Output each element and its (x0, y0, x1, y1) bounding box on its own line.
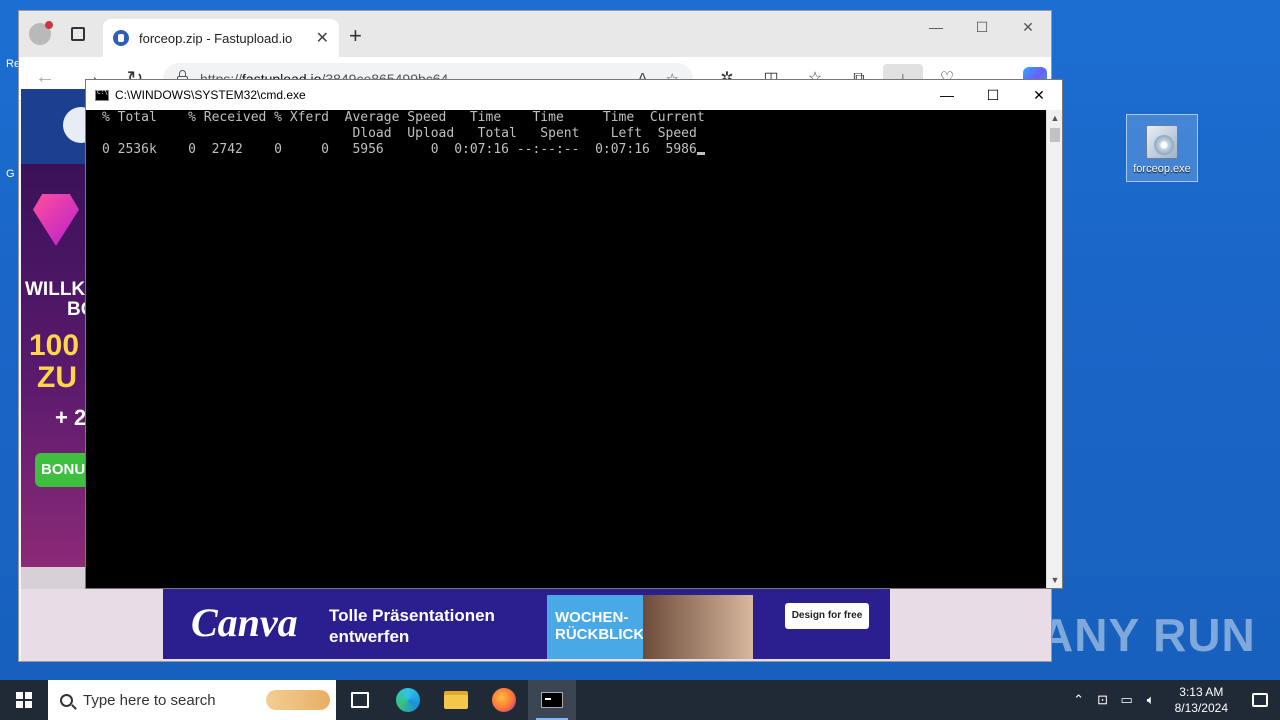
console-line-progress: 0 2536k 0 2742 0 0 5956 0 0:07:16 --:--:… (102, 142, 1046, 158)
clock-time: 3:13 AM (1179, 685, 1224, 699)
taskbar-firefox[interactable] (480, 680, 528, 720)
cmd-maximize-button[interactable]: ☐ (970, 80, 1016, 110)
browser-window-controls: — ☐ ✕ (913, 11, 1051, 43)
clock[interactable]: 3:13 AM 8/13/2024 (1163, 684, 1240, 716)
edge-icon (396, 688, 420, 712)
text-cursor (696, 152, 705, 155)
tab-fastupload[interactable]: forceop.zip - Fastupload.io ✕ (103, 19, 339, 57)
cmd-titlebar[interactable]: C:\WINDOWS\SYSTEM32\cmd.exe — ☐ ✕ (86, 80, 1062, 110)
design-for-free-button[interactable]: Design for free (785, 603, 869, 629)
scroll-thumb[interactable] (1050, 128, 1060, 142)
tab-actions-icon[interactable] (71, 27, 85, 41)
berry-logo-icon (33, 194, 79, 246)
close-tab-icon[interactable]: ✕ (316, 28, 329, 48)
people-photo (643, 595, 753, 659)
desktop-edge-text: G (6, 168, 15, 180)
network-icon[interactable]: ▭ (1115, 692, 1139, 708)
anyrun-watermark: ANY RUN (1040, 608, 1256, 662)
casino-amount: 100 (29, 329, 80, 362)
chevron-up-icon[interactable]: ⌃ (1067, 692, 1091, 708)
console-line: % Total % Received % Xferd Average Speed… (102, 110, 705, 125)
search-placeholder: Type here to search (83, 691, 216, 709)
installer-package-icon (1142, 121, 1182, 161)
casino-plus: + 2 (55, 405, 87, 430)
cmd-icon (541, 692, 563, 708)
close-button[interactable]: ✕ (1005, 11, 1051, 43)
folder-icon (444, 691, 468, 709)
new-tab-icon[interactable]: + (349, 23, 362, 49)
search-icon (60, 693, 73, 707)
task-view-icon (351, 692, 369, 708)
profile-icon[interactable] (29, 21, 53, 45)
taskbar-file-explorer[interactable] (432, 680, 480, 720)
cmd-minimize-button[interactable]: — (924, 80, 970, 110)
console-output[interactable]: % Total % Received % Xferd Average Speed… (102, 110, 1046, 588)
cmd-scrollbar[interactable]: ▲ ▼ (1046, 110, 1062, 588)
tab-strip: forceop.zip - Fastupload.io ✕ + — ☐ ✕ (19, 11, 1051, 57)
task-view-button[interactable] (336, 680, 384, 720)
start-button[interactable] (0, 680, 48, 720)
canva-tagline: Tolle Präsentationen entwerfen (329, 606, 495, 646)
search-highlight-icon (266, 690, 330, 710)
clock-date: 8/13/2024 (1174, 701, 1228, 715)
notification-button[interactable] (1240, 680, 1280, 720)
cmd-close-button[interactable]: ✕ (1016, 80, 1062, 110)
taskbar: Type here to search ⌃ ⊡ ▭ 🔈︎ 3:13 AM 8/1… (0, 680, 1280, 720)
taskbar-cmd[interactable] (528, 680, 576, 720)
canva-promo-image: WOCHEN- RÜCKBLICK (547, 595, 753, 659)
cmd-app-icon (95, 89, 109, 101)
canva-logo: Canva (191, 600, 298, 645)
cmd-window[interactable]: C:\WINDOWS\SYSTEM32\cmd.exe — ☐ ✕ % Tota… (85, 79, 1063, 589)
taskbar-edge[interactable] (384, 680, 432, 720)
console-line: Dload Upload Total Spent Left Speed (102, 126, 697, 141)
notification-icon (1252, 693, 1268, 707)
scroll-down-icon[interactable]: ▼ (1047, 572, 1063, 588)
desktop-icon-label: forceop.exe (1133, 163, 1191, 175)
cmd-title: C:\WINDOWS\SYSTEM32\cmd.exe (115, 88, 306, 102)
firefox-icon (492, 688, 516, 712)
system-tray: ⌃ ⊡ ▭ 🔈︎ 3:13 AM 8/13/2024 (1067, 680, 1280, 720)
network-meeting-icon[interactable]: ⊡ (1091, 692, 1115, 708)
watermark-text: ANY RUN (1040, 609, 1256, 661)
windows-logo-icon (16, 692, 32, 708)
casino-amount-2: ZU (37, 361, 77, 394)
desktop-left-edge: Re G (0, 0, 20, 680)
fastupload-favicon-icon (113, 30, 129, 46)
taskbar-search-box[interactable]: Type here to search (48, 680, 336, 720)
tab-title: forceop.zip - Fastupload.io (139, 30, 293, 46)
minimize-button[interactable]: — (913, 11, 959, 43)
desktop-icon-forceop[interactable]: forceop.exe (1126, 114, 1198, 182)
cmd-window-controls: — ☐ ✕ (924, 80, 1062, 110)
maximize-button[interactable]: ☐ (959, 11, 1005, 43)
back-icon[interactable]: ← (33, 66, 57, 89)
volume-icon[interactable]: 🔈︎ (1139, 692, 1163, 708)
canva-ad-banner[interactable]: Canva Tolle Präsentationen entwerfen WOC… (21, 589, 1051, 661)
scroll-up-icon[interactable]: ▲ (1047, 110, 1063, 126)
